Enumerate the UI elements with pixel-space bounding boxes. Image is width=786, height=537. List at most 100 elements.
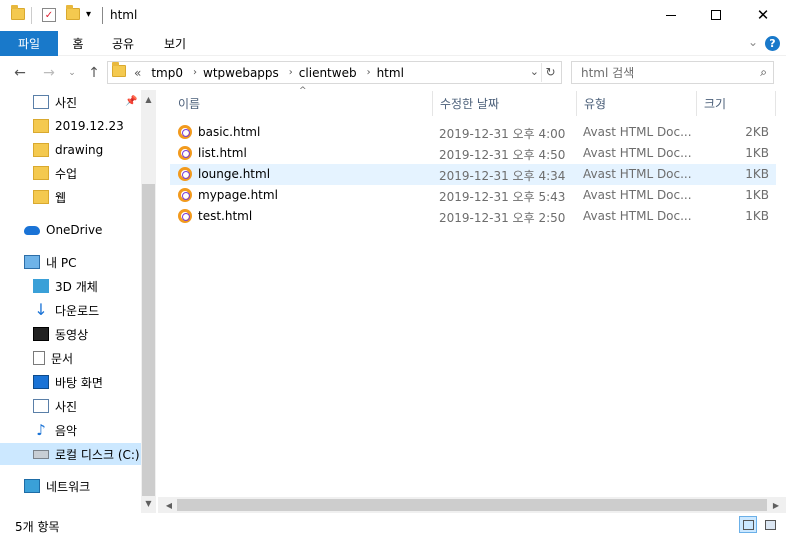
details-view-button[interactable] bbox=[739, 516, 757, 533]
file-row[interactable]: basic.html 2019-12-31 오후 4:00 Avast HTML… bbox=[170, 122, 776, 143]
nav-item-label: 내 PC bbox=[46, 255, 77, 270]
title-bar: ✓ ▾ html ✕ bbox=[0, 0, 786, 31]
download-icon: ↓ bbox=[34, 300, 48, 319]
nav-item-folder-class[interactable]: 수업 bbox=[33, 162, 77, 184]
file-size: 2KB bbox=[745, 125, 769, 139]
nav-item-folder-drawing[interactable]: drawing bbox=[33, 139, 103, 161]
search-input[interactable]: html 검색 ⌕ bbox=[571, 61, 774, 84]
nav-item-onedrive[interactable]: OneDrive bbox=[24, 219, 102, 241]
nav-item-label: 동영상 bbox=[55, 327, 89, 342]
file-row[interactable]: mypage.html 2019-12-31 오후 5:43 Avast HTM… bbox=[170, 185, 776, 206]
computer-icon bbox=[24, 255, 40, 269]
divider bbox=[31, 7, 32, 24]
tab-home[interactable]: 홈 bbox=[63, 31, 93, 56]
close-button[interactable]: ✕ bbox=[740, 0, 786, 30]
nav-item-desktop[interactable]: 바탕 화면 bbox=[33, 371, 103, 393]
tab-view[interactable]: 보기 bbox=[155, 31, 195, 56]
minimize-button[interactable] bbox=[648, 0, 694, 30]
chevron-down-icon: ⌄ bbox=[68, 68, 76, 78]
picture-icon bbox=[33, 95, 49, 109]
scroll-left-icon[interactable]: ◀ bbox=[161, 497, 177, 513]
nav-item-pictures[interactable]: 사진 bbox=[33, 395, 77, 417]
file-date: 2019-12-31 오후 4:34 bbox=[439, 169, 566, 183]
refresh-icon[interactable]: ↻ bbox=[541, 63, 559, 82]
pin-icon[interactable]: 📌 bbox=[125, 96, 137, 107]
nav-item-videos[interactable]: 동영상 bbox=[33, 323, 88, 345]
desktop-icon bbox=[33, 375, 49, 389]
file-date: 2019-12-31 오후 4:50 bbox=[439, 148, 566, 162]
breadcrumb-item[interactable]: wtpwebapps bbox=[203, 66, 279, 80]
nav-item-label: 다운로드 bbox=[55, 303, 100, 318]
nav-item-network[interactable]: 네트워크 bbox=[24, 475, 90, 497]
nav-item-documents[interactable]: 문서 bbox=[33, 347, 73, 369]
column-header-type[interactable]: 유형 bbox=[576, 91, 696, 116]
breadcrumb-item[interactable]: tmp0 bbox=[151, 66, 183, 80]
properties-icon[interactable]: ✓ bbox=[42, 8, 56, 22]
network-icon bbox=[24, 479, 40, 493]
help-icon[interactable]: ? bbox=[765, 36, 780, 51]
large-icons-view-icon bbox=[765, 520, 776, 530]
file-list-scrollbar[interactable]: ◀ ▶ bbox=[158, 497, 786, 513]
address-bar[interactable]: « tmp0 › wtpwebapps › clientweb › html ⌄… bbox=[107, 61, 562, 84]
customize-toolbar-icon[interactable]: ▾ bbox=[86, 9, 91, 20]
file-row[interactable]: list.html 2019-12-31 오후 4:50 Avast HTML … bbox=[170, 143, 776, 164]
close-icon: ✕ bbox=[756, 6, 770, 24]
nav-item-label: 사진 bbox=[55, 399, 78, 414]
file-date: 2019-12-31 오후 4:00 bbox=[439, 127, 566, 141]
new-folder-icon[interactable] bbox=[66, 5, 80, 20]
expand-ribbon-icon[interactable]: ⌄ bbox=[748, 35, 758, 49]
folder-icon bbox=[11, 5, 25, 20]
scrollbar-thumb[interactable] bbox=[177, 499, 767, 511]
recent-locations-button[interactable]: ⌄ bbox=[63, 64, 81, 82]
large-icons-view-button[interactable] bbox=[761, 516, 779, 533]
avast-html-icon bbox=[178, 209, 192, 223]
arrow-right-icon: → bbox=[43, 65, 55, 81]
column-header-date[interactable]: 수정한 날짜 bbox=[432, 91, 576, 116]
tab-file[interactable]: 파일 bbox=[0, 31, 58, 56]
breadcrumb-item[interactable]: html bbox=[377, 66, 404, 80]
arrow-up-icon: ↑ bbox=[88, 65, 100, 81]
maximize-button[interactable] bbox=[693, 0, 739, 30]
column-header-size[interactable]: 크기 bbox=[696, 91, 776, 116]
nav-item-music[interactable]: ♪ 음악 bbox=[33, 419, 77, 441]
nav-item-folder-web[interactable]: 웹 bbox=[33, 186, 66, 208]
disk-icon bbox=[33, 449, 49, 459]
navigation-pane: 사진 2019.12.23 drawing 수업 웹 OneDrive 내 PC… bbox=[0, 90, 157, 513]
nav-item-3d-objects[interactable]: 3D 개체 bbox=[33, 275, 98, 297]
back-button[interactable]: ← bbox=[11, 64, 29, 82]
nav-item-label: 사진 bbox=[55, 95, 78, 110]
nav-item-label: 로컬 디스크 (C:) bbox=[55, 447, 140, 462]
scroll-up-icon[interactable]: ▲ bbox=[141, 92, 156, 107]
address-dropdown-icon[interactable]: ⌄ bbox=[530, 65, 539, 78]
scrollbar-thumb[interactable] bbox=[142, 184, 155, 496]
chevron-right-icon[interactable]: › bbox=[289, 67, 293, 78]
nav-item-local-disk-c[interactable]: 로컬 디스크 (C:) bbox=[0, 443, 141, 465]
avast-html-icon bbox=[178, 167, 192, 181]
nav-item-pictures-quick[interactable]: 사진 bbox=[33, 91, 77, 113]
file-row[interactable]: lounge.html 2019-12-31 오후 4:34 Avast HTM… bbox=[170, 164, 776, 185]
up-button[interactable]: ↑ bbox=[85, 64, 103, 82]
nav-item-downloads[interactable]: ↓ 다운로드 bbox=[33, 299, 99, 321]
nav-item-label: 음악 bbox=[55, 423, 78, 438]
breadcrumb-item[interactable]: clientweb bbox=[299, 66, 357, 80]
column-header-name[interactable]: 이름 bbox=[170, 91, 432, 116]
tab-share[interactable]: 공유 bbox=[103, 31, 143, 56]
navigation-scrollbar[interactable]: ▲ ▼ bbox=[141, 90, 156, 513]
nav-item-label: OneDrive bbox=[46, 223, 103, 237]
nav-item-this-pc[interactable]: 내 PC bbox=[24, 251, 76, 273]
chevron-right-icon[interactable]: › bbox=[367, 67, 371, 78]
chevron-right-icon[interactable]: › bbox=[193, 67, 197, 78]
item-count: 5개 항목 bbox=[15, 520, 60, 534]
file-row[interactable]: test.html 2019-12-31 오후 2:50 Avast HTML … bbox=[170, 206, 776, 227]
forward-button[interactable]: → bbox=[40, 64, 58, 82]
nav-item-folder-20191223[interactable]: 2019.12.23 bbox=[33, 115, 124, 137]
column-divider[interactable] bbox=[775, 91, 776, 116]
search-icon[interactable]: ⌕ bbox=[760, 65, 767, 80]
scroll-down-icon[interactable]: ▼ bbox=[141, 496, 156, 511]
cloud-icon bbox=[24, 225, 40, 235]
file-type: Avast HTML Doc... bbox=[583, 188, 692, 202]
scroll-right-icon[interactable]: ▶ bbox=[768, 497, 784, 513]
video-icon bbox=[33, 327, 49, 341]
breadcrumb-overflow[interactable]: « bbox=[134, 66, 141, 80]
nav-item-label: 문서 bbox=[51, 351, 74, 366]
